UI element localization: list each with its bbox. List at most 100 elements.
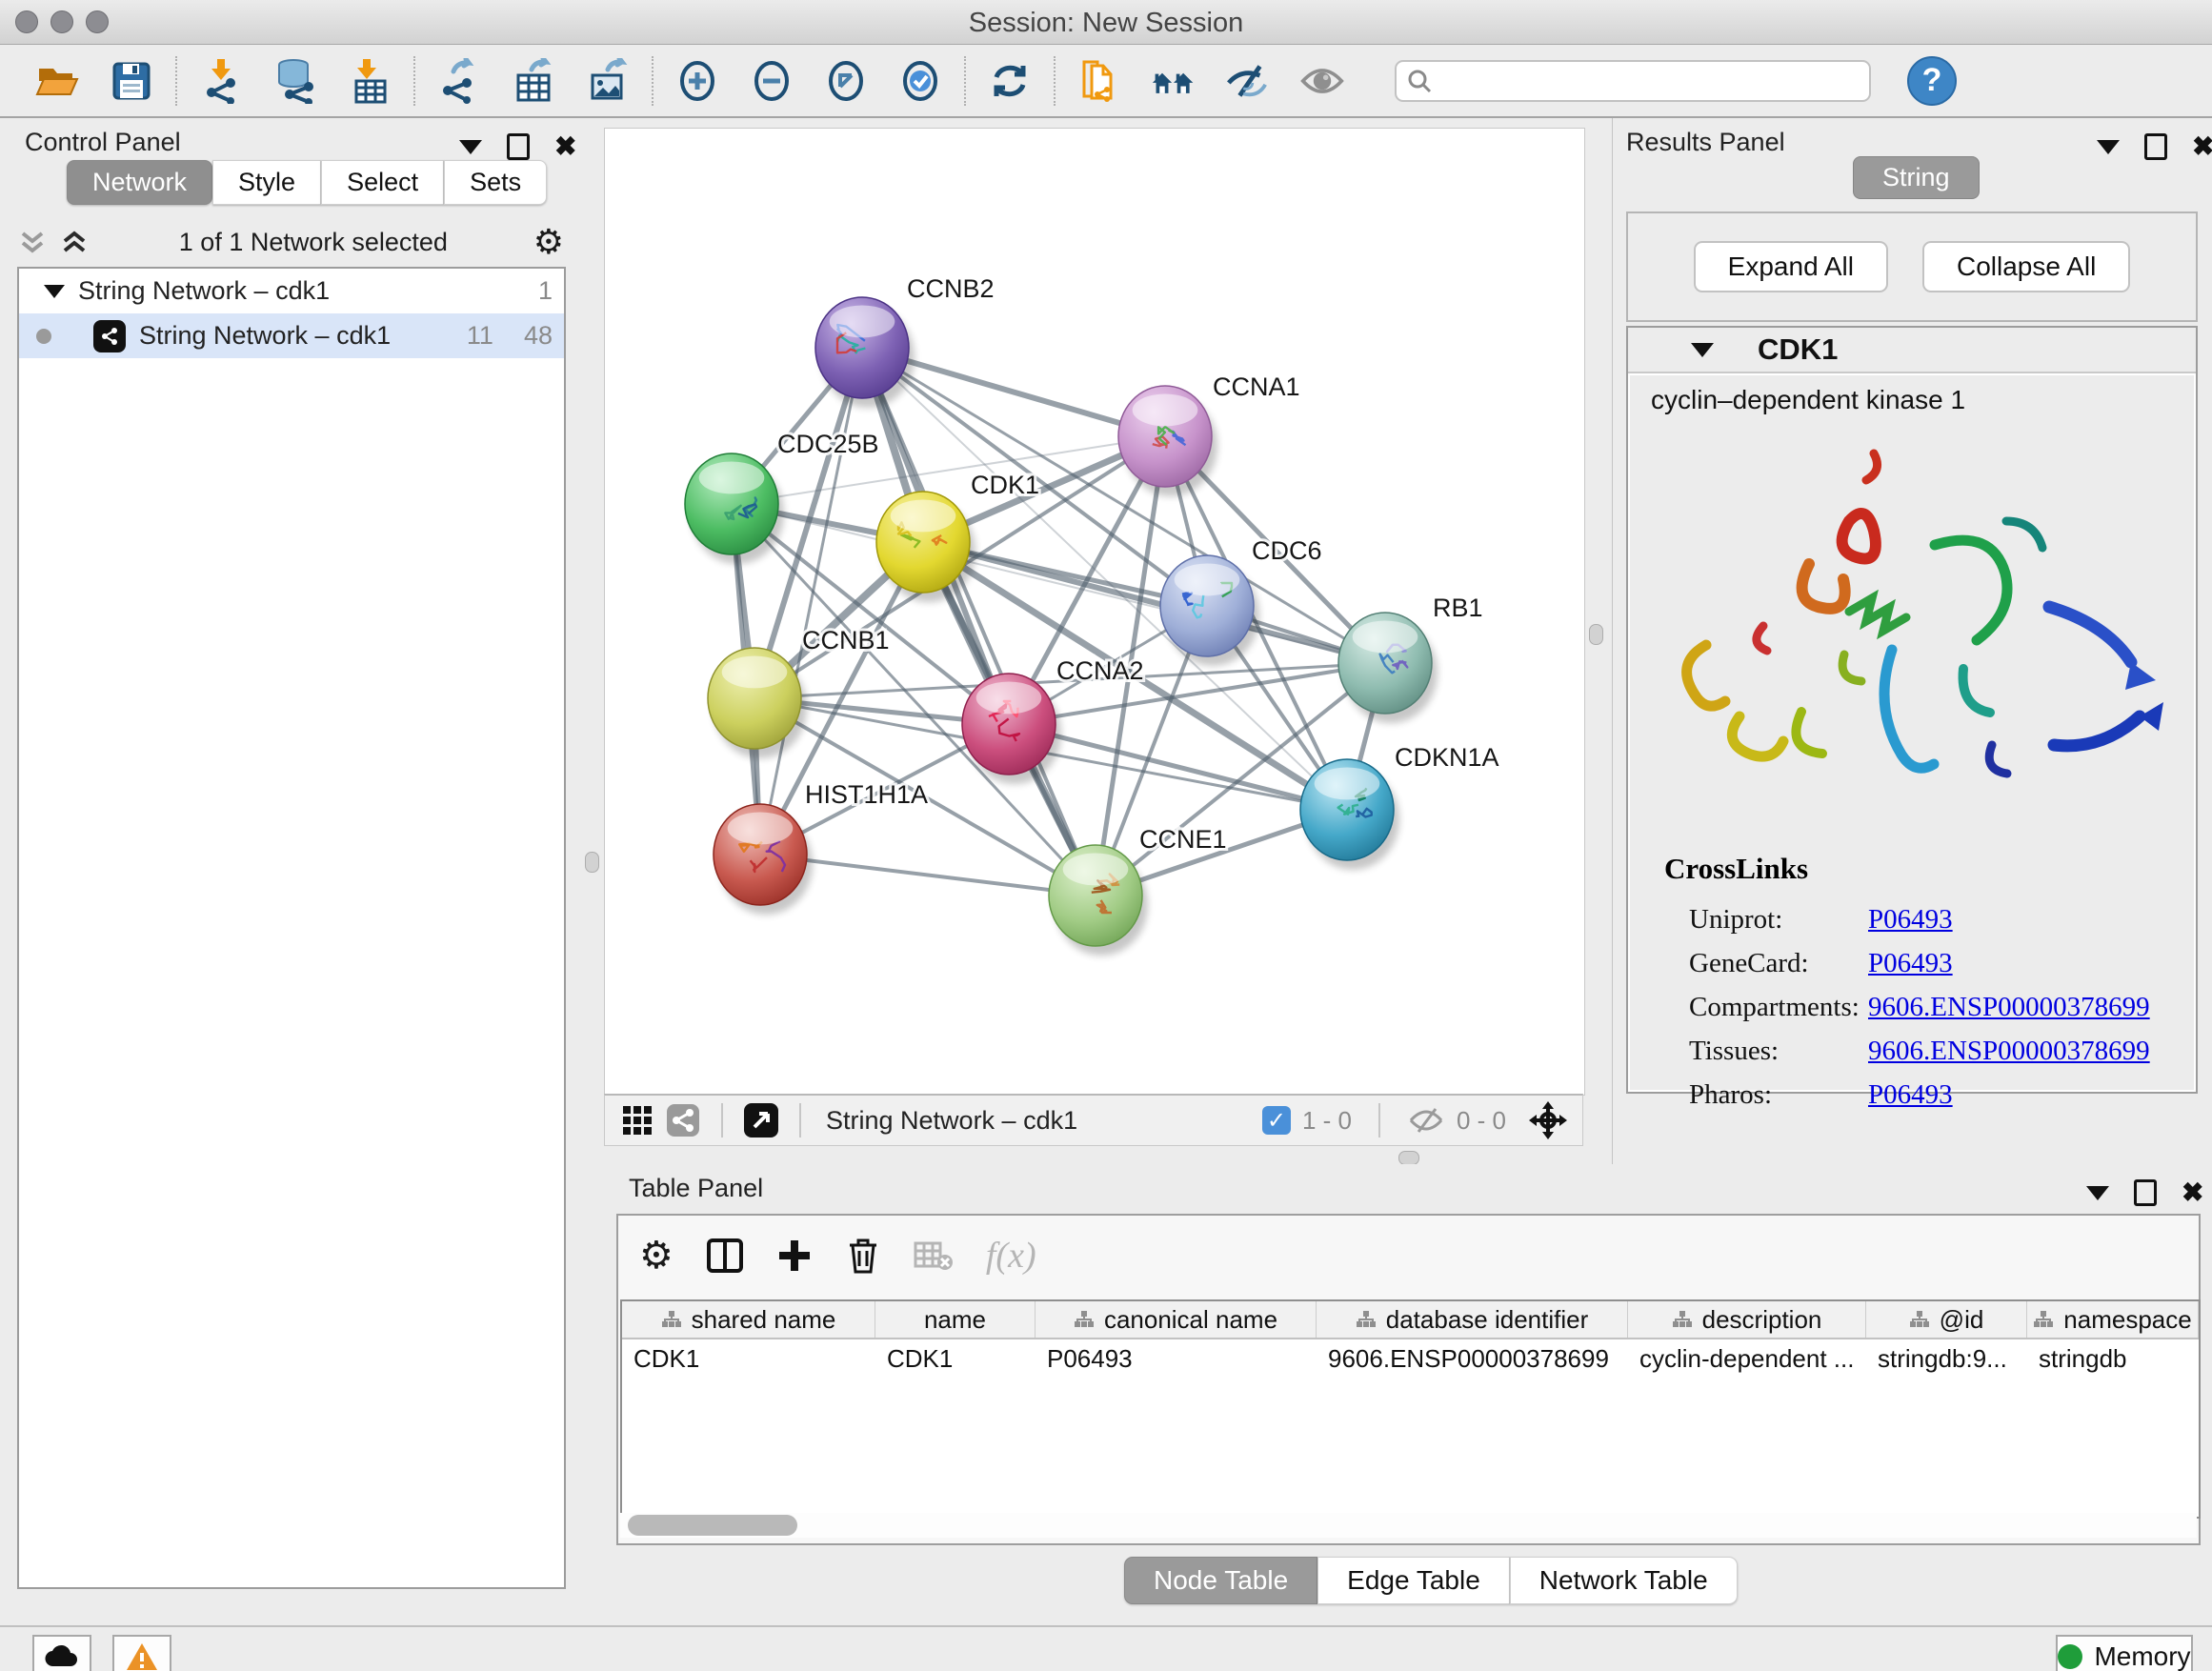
network-canvas[interactable]: CCNB2CCNA1CDC25BCDK1CDC6RB1CCNB1CCNA2CDK… xyxy=(604,128,1585,1096)
node-HIST1H1A[interactable] xyxy=(714,804,813,915)
search-box[interactable] xyxy=(1395,60,1871,102)
cell-shared-name[interactable]: CDK1 xyxy=(622,1339,875,1378)
network-list-icon[interactable] xyxy=(660,1097,706,1143)
edge-CCNB2-CCNE1[interactable] xyxy=(862,348,1096,896)
cloud-status-button[interactable] xyxy=(32,1635,91,1671)
scrollbar-thumb[interactable] xyxy=(628,1515,797,1536)
current-network-dot-icon xyxy=(36,329,51,344)
save-session-icon[interactable] xyxy=(109,58,154,104)
export-image-icon[interactable] xyxy=(585,58,631,104)
crosslink-link[interactable]: P06493 xyxy=(1868,904,1953,936)
crosslink-link[interactable]: 9606.ENSP00000378699 xyxy=(1868,992,2150,1023)
close-panel-icon[interactable]: ✖ xyxy=(2182,1179,2203,1206)
show-columns-icon[interactable] xyxy=(706,1237,744,1275)
new-session-icon[interactable] xyxy=(1076,58,1122,104)
node-CCNB2[interactable] xyxy=(815,297,915,408)
right-splitter-handle[interactable] xyxy=(1589,624,1603,645)
table-horizontal-scrollbar[interactable] xyxy=(620,1513,2197,1538)
close-panel-icon[interactable]: ✖ xyxy=(2192,133,2212,160)
column-header-description[interactable]: description xyxy=(1628,1301,1866,1338)
float-panel-icon[interactable] xyxy=(2144,133,2167,160)
node-CDC6[interactable] xyxy=(1160,555,1259,666)
hidden-eye-icon xyxy=(1407,1105,1445,1136)
left-splitter-handle[interactable] xyxy=(585,852,599,873)
crosslink-link[interactable]: P06493 xyxy=(1868,948,1953,979)
collapse-section-icon[interactable] xyxy=(1691,343,1714,357)
selected-checkbox-icon[interactable]: ✓ xyxy=(1262,1106,1291,1135)
fit-selected-icon[interactable] xyxy=(1527,1099,1569,1141)
node-CDK1[interactable] xyxy=(876,492,975,602)
node-CDKN1A[interactable] xyxy=(1300,759,1399,870)
node-RB1[interactable] xyxy=(1338,613,1438,723)
expand-all-icon[interactable] xyxy=(59,228,93,256)
grid-view-icon[interactable] xyxy=(614,1097,660,1143)
collapse-icon[interactable] xyxy=(44,285,65,298)
zoom-out-icon[interactable] xyxy=(749,58,794,104)
collapse-all-icon[interactable] xyxy=(17,228,51,256)
tab-string[interactable]: String xyxy=(1853,156,1980,199)
collapse-all-button[interactable]: Collapse All xyxy=(1922,241,2130,292)
tab-network[interactable]: Network xyxy=(67,160,212,205)
crosslink-link[interactable]: 9606.ENSP00000378699 xyxy=(1868,1036,2150,1067)
bottom-splitter-handle[interactable] xyxy=(1398,1151,1419,1165)
float-panel-icon[interactable] xyxy=(2134,1179,2157,1206)
import-network-icon[interactable] xyxy=(198,58,244,104)
birdseye-view-icon[interactable] xyxy=(738,1097,784,1143)
warning-status-button[interactable] xyxy=(112,1635,171,1671)
hide-selected-icon[interactable] xyxy=(1225,58,1271,104)
tab-node-table[interactable]: Node Table xyxy=(1124,1557,1317,1604)
refresh-icon[interactable] xyxy=(987,58,1033,104)
column-header-canonical-name[interactable]: canonical name xyxy=(1036,1301,1317,1338)
cell-namespace[interactable]: stringdb xyxy=(2027,1339,2199,1378)
cell-database-identifier[interactable]: 9606.ENSP00000378699 xyxy=(1317,1339,1628,1378)
expand-all-button[interactable]: Expand All xyxy=(1694,241,1888,292)
tab-style[interactable]: Style xyxy=(212,160,321,205)
zoom-fit-icon[interactable] xyxy=(823,58,869,104)
open-session-icon[interactable] xyxy=(34,58,80,104)
crosslink-link[interactable]: P06493 xyxy=(1868,1079,1953,1111)
network-collection-row[interactable]: String Network – cdk1 1 xyxy=(19,269,564,313)
column-header-database-identifier[interactable]: database identifier xyxy=(1317,1301,1628,1338)
network-options-gear-icon[interactable]: ⚙ xyxy=(533,225,564,259)
zoom-selected-icon[interactable] xyxy=(897,58,943,104)
column-header-name[interactable]: name xyxy=(875,1301,1036,1338)
panel-menu-icon[interactable] xyxy=(2097,140,2120,154)
table-row[interactable]: CDK1CDK1P064939606.ENSP00000378699cyclin… xyxy=(622,1339,2199,1378)
memory-button[interactable]: Memory xyxy=(2056,1635,2193,1671)
column-header-namespace[interactable]: namespace xyxy=(2027,1301,2199,1338)
cell-name[interactable]: CDK1 xyxy=(875,1339,1036,1378)
import-table-icon[interactable] xyxy=(347,58,392,104)
node-table[interactable]: shared namenamecanonical namedatabase id… xyxy=(620,1299,2201,1519)
panel-menu-icon[interactable] xyxy=(459,140,482,154)
network-row[interactable]: String Network – cdk1 11 48 xyxy=(19,313,564,358)
node-CDC25B[interactable] xyxy=(685,453,784,564)
import-network-database-icon[interactable] xyxy=(272,58,318,104)
export-network-icon[interactable] xyxy=(436,58,482,104)
float-panel-icon[interactable] xyxy=(507,133,530,160)
tab-select[interactable]: Select xyxy=(321,160,444,205)
network-graph[interactable]: CCNB2CCNA1CDC25BCDK1CDC6RB1CCNB1CCNA2CDK… xyxy=(605,129,1582,1093)
cell-description[interactable]: cyclin-dependent ... xyxy=(1628,1339,1866,1378)
cell--id[interactable]: stringdb:9... xyxy=(1866,1339,2027,1378)
zoom-in-icon[interactable] xyxy=(674,58,720,104)
delete-column-icon[interactable] xyxy=(845,1237,881,1275)
node-CCNE1[interactable] xyxy=(1049,845,1148,956)
close-panel-icon[interactable]: ✖ xyxy=(554,133,576,160)
help-icon[interactable]: ? xyxy=(1907,56,1957,106)
column-header-shared-name[interactable]: shared name xyxy=(622,1301,875,1338)
tab-edge-table[interactable]: Edge Table xyxy=(1317,1557,1510,1604)
gene-section-header[interactable]: CDK1 xyxy=(1628,328,2196,373)
houses-icon[interactable] xyxy=(1151,58,1196,104)
edge-CCNB2-HIST1H1A[interactable] xyxy=(760,348,862,855)
search-input[interactable] xyxy=(1433,65,1846,96)
cell-canonical-name[interactable]: P06493 xyxy=(1036,1339,1317,1378)
export-table-icon[interactable] xyxy=(511,58,556,104)
node-CCNA1[interactable] xyxy=(1118,386,1217,496)
panel-menu-icon[interactable] xyxy=(2086,1186,2109,1200)
tab-network-table[interactable]: Network Table xyxy=(1510,1557,1738,1604)
column-header--id[interactable]: @id xyxy=(1866,1301,2027,1338)
table-options-gear-icon[interactable]: ⚙ xyxy=(639,1237,674,1275)
show-all-icon[interactable] xyxy=(1299,58,1345,104)
create-column-icon[interactable] xyxy=(776,1238,813,1274)
tab-sets[interactable]: Sets xyxy=(444,160,547,205)
